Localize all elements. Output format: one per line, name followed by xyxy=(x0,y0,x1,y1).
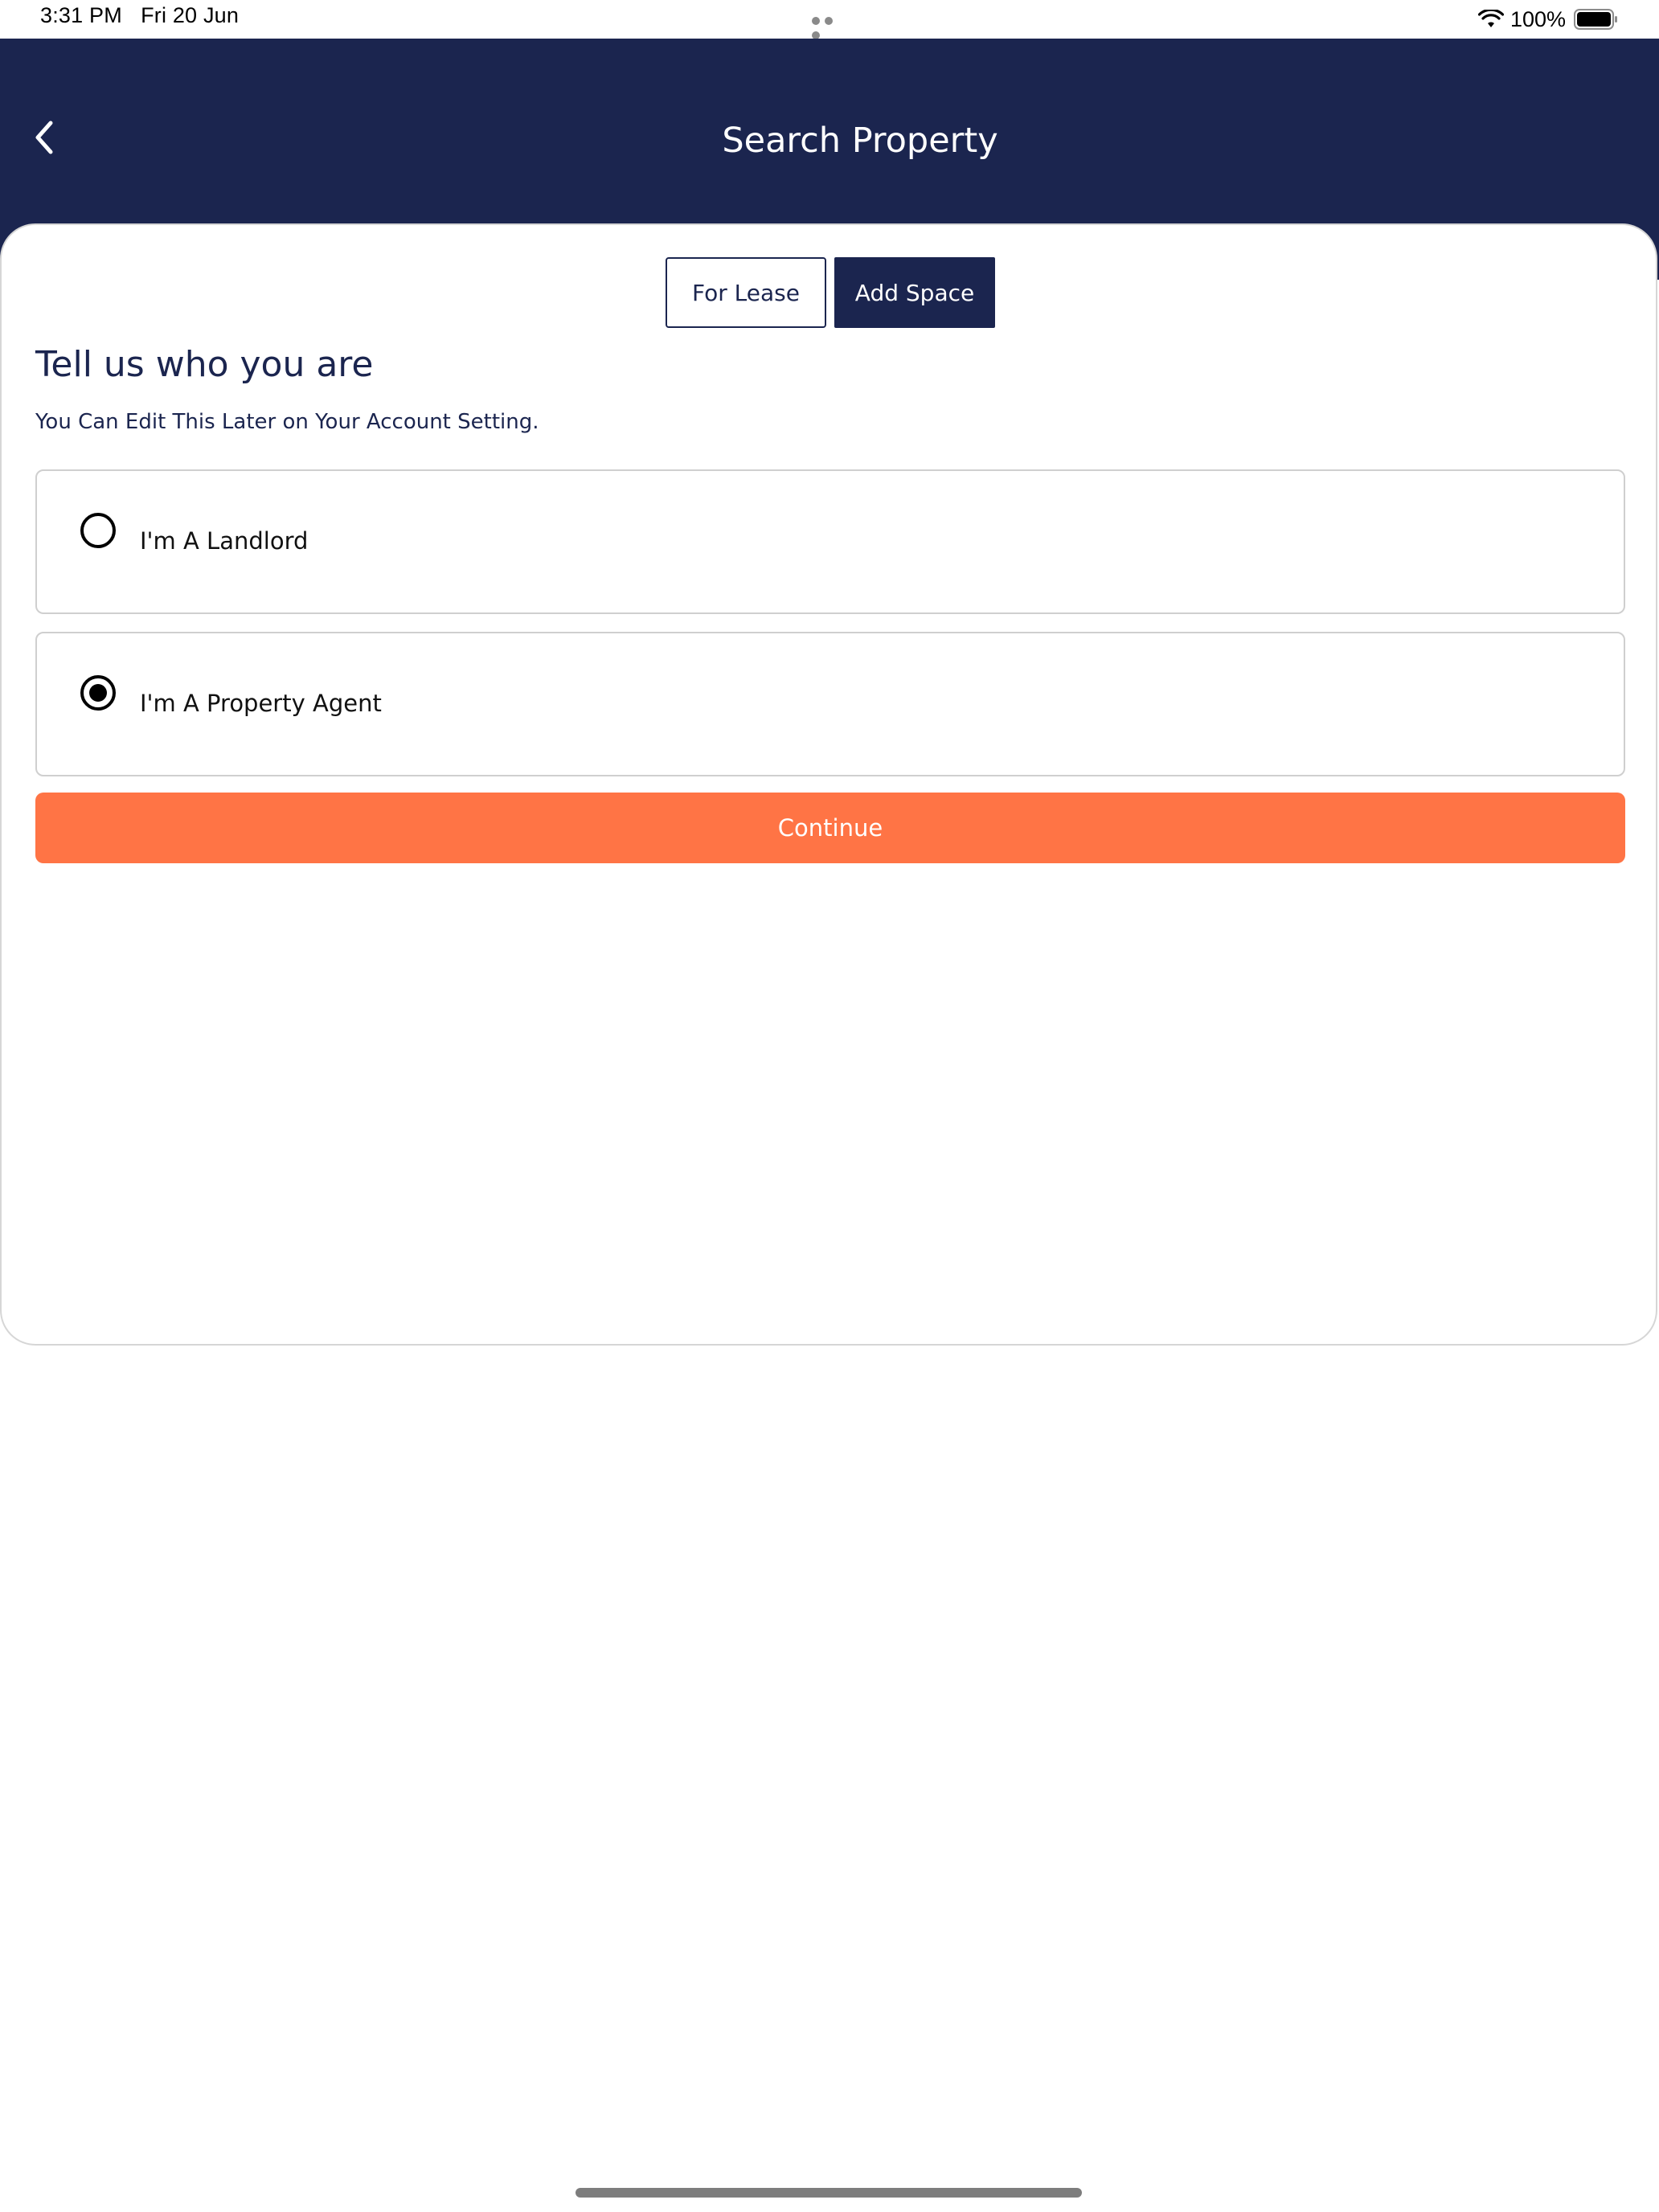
radio-unchecked-icon[interactable] xyxy=(80,513,116,548)
battery-icon xyxy=(1574,9,1617,30)
section-subheading: You Can Edit This Later on Your Account … xyxy=(35,410,539,434)
option-label: I'm A Landlord xyxy=(140,527,309,555)
content-card: For Lease Add Space Tell us who you are … xyxy=(0,223,1657,1346)
option-label: I'm A Property Agent xyxy=(140,690,382,717)
multitasking-dots-icon[interactable] xyxy=(812,14,849,39)
radio-checked-icon[interactable] xyxy=(80,675,116,711)
status-bar: 3:31 PM Fri 20 Jun 100% xyxy=(0,0,1659,39)
tab-for-lease[interactable]: For Lease xyxy=(666,257,826,328)
page-title: Search Property xyxy=(722,121,998,161)
status-time-value: 3:31 PM xyxy=(40,3,122,27)
status-time: 3:31 PM Fri 20 Jun xyxy=(40,3,239,28)
option-landlord[interactable]: I'm A Landlord xyxy=(35,469,1625,614)
option-property-agent[interactable]: I'm A Property Agent xyxy=(35,632,1625,776)
wifi-icon xyxy=(1477,10,1504,27)
section-heading: Tell us who you are xyxy=(35,344,374,385)
home-indicator[interactable] xyxy=(576,2188,1082,2198)
status-indicators: 100% xyxy=(1477,5,1619,34)
battery-percentage: 100% xyxy=(1509,6,1566,31)
tab-add-space[interactable]: Add Space xyxy=(834,257,995,328)
continue-button[interactable]: Continue xyxy=(35,793,1625,863)
status-date: Fri 20 Jun xyxy=(141,3,240,27)
